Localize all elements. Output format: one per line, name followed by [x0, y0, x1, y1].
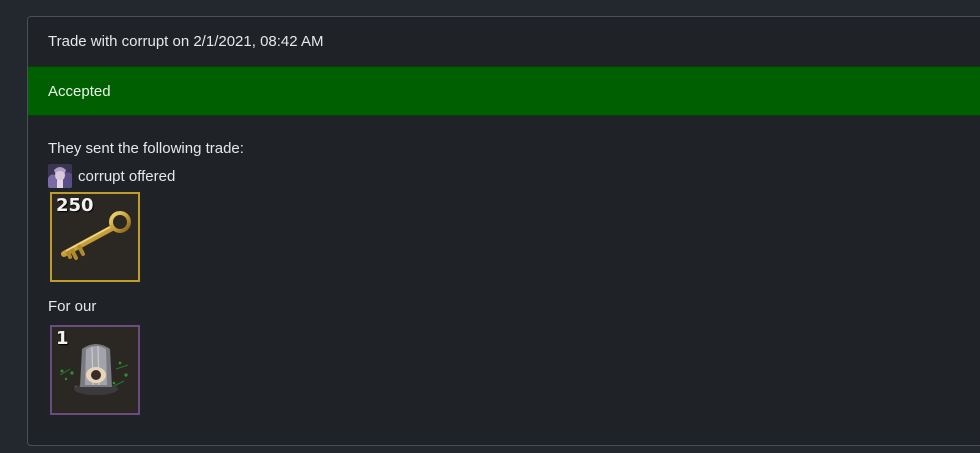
user-avatar[interactable] — [48, 164, 72, 188]
trade-body: They sent the following trade: corrupt o… — [28, 116, 980, 415]
trade-title: Trade with corrupt on 2/1/2021, 08:42 AM — [48, 33, 324, 50]
status-banner: Accepted — [28, 66, 980, 116]
offered-item-slot[interactable]: 250 — [50, 192, 140, 282]
offer-user-label: corrupt offered — [78, 167, 176, 185]
trade-intro: They sent the following trade: — [48, 140, 244, 157]
trade-card: Trade with corrupt on 2/1/2021, 08:42 AM… — [27, 16, 980, 446]
offered-item-count: 250 — [56, 195, 94, 216]
requested-item-slot[interactable]: 1 — [50, 325, 140, 415]
trade-header: Trade with corrupt on 2/1/2021, 08:42 AM — [28, 17, 980, 66]
status-text: Accepted — [48, 82, 111, 100]
offer-user-line: corrupt offered — [48, 164, 976, 188]
requested-item-count: 1 — [56, 328, 69, 349]
for-our-label: For our — [48, 298, 97, 315]
